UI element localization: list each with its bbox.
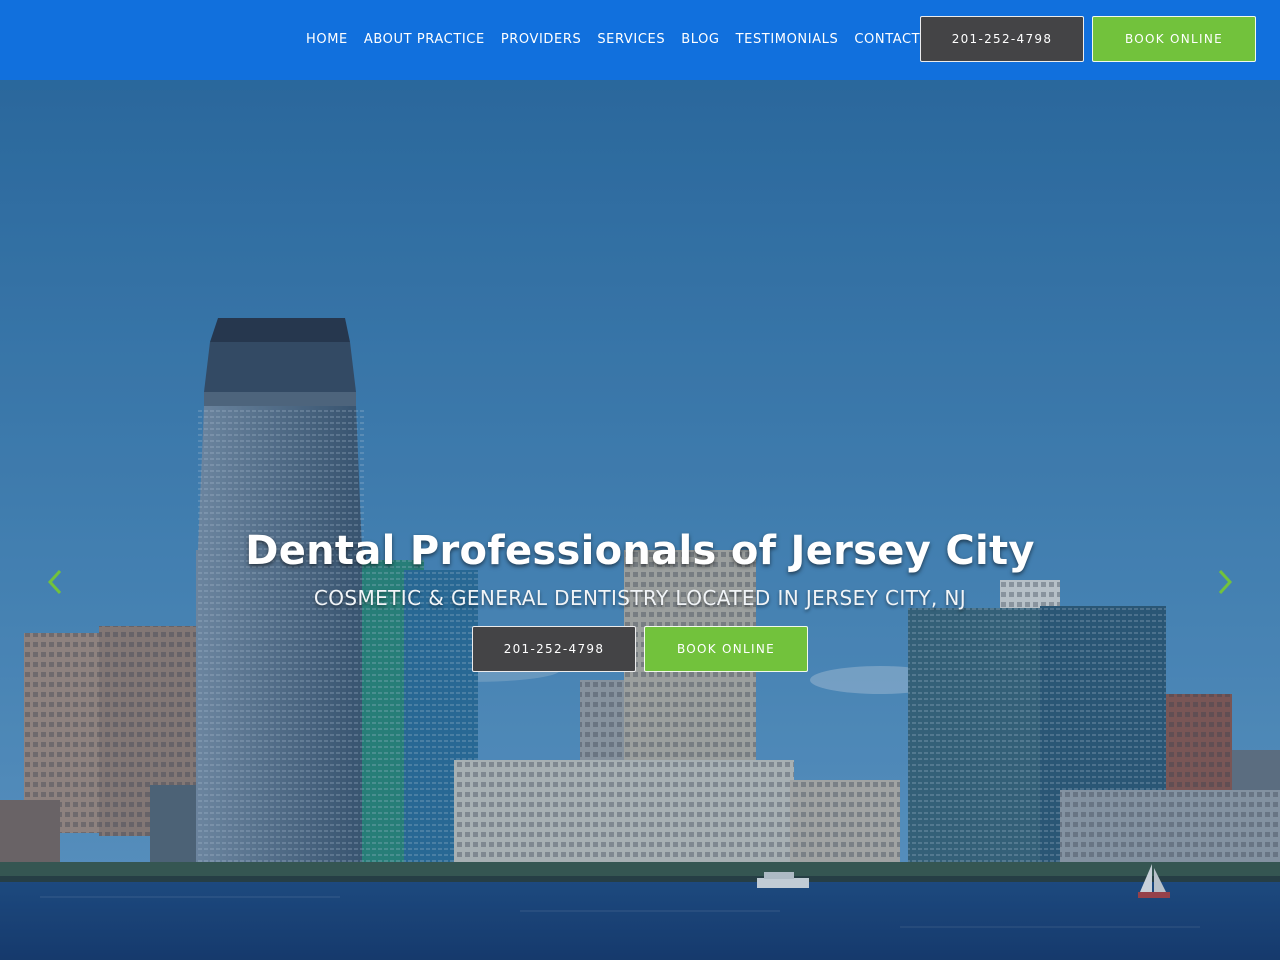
hero-title: Dental Professionals of Jersey City [245,528,1035,574]
hero-overlay [0,80,1280,960]
nav-services[interactable]: SERVICES [589,0,673,80]
hero-slider: Dental Professionals of Jersey City COSM… [0,80,1280,960]
nav-about-practice[interactable]: ABOUT PRACTICE [356,0,493,80]
hero-book-online-button[interactable]: BOOK ONLINE [644,626,808,672]
nav-blog[interactable]: BLOG [673,0,727,80]
hero-phone-button[interactable]: 201-252-4798 [472,626,636,672]
nav-testimonials[interactable]: TESTIMONIALS [728,0,847,80]
nav-contact[interactable]: CONTACT [846,0,928,80]
nav-home[interactable]: HOME [298,0,356,80]
header-phone-button[interactable]: 201-252-4798 [920,16,1084,62]
hero-subtitle: COSMETIC & GENERAL DENTISTRY LOCATED IN … [313,586,967,610]
site-header: HOME ABOUT PRACTICE PROVIDERS SERVICES B… [0,0,1280,80]
main-nav: HOME ABOUT PRACTICE PROVIDERS SERVICES B… [298,0,928,80]
header-book-online-button[interactable]: BOOK ONLINE [1092,16,1256,62]
nav-providers[interactable]: PROVIDERS [493,0,590,80]
